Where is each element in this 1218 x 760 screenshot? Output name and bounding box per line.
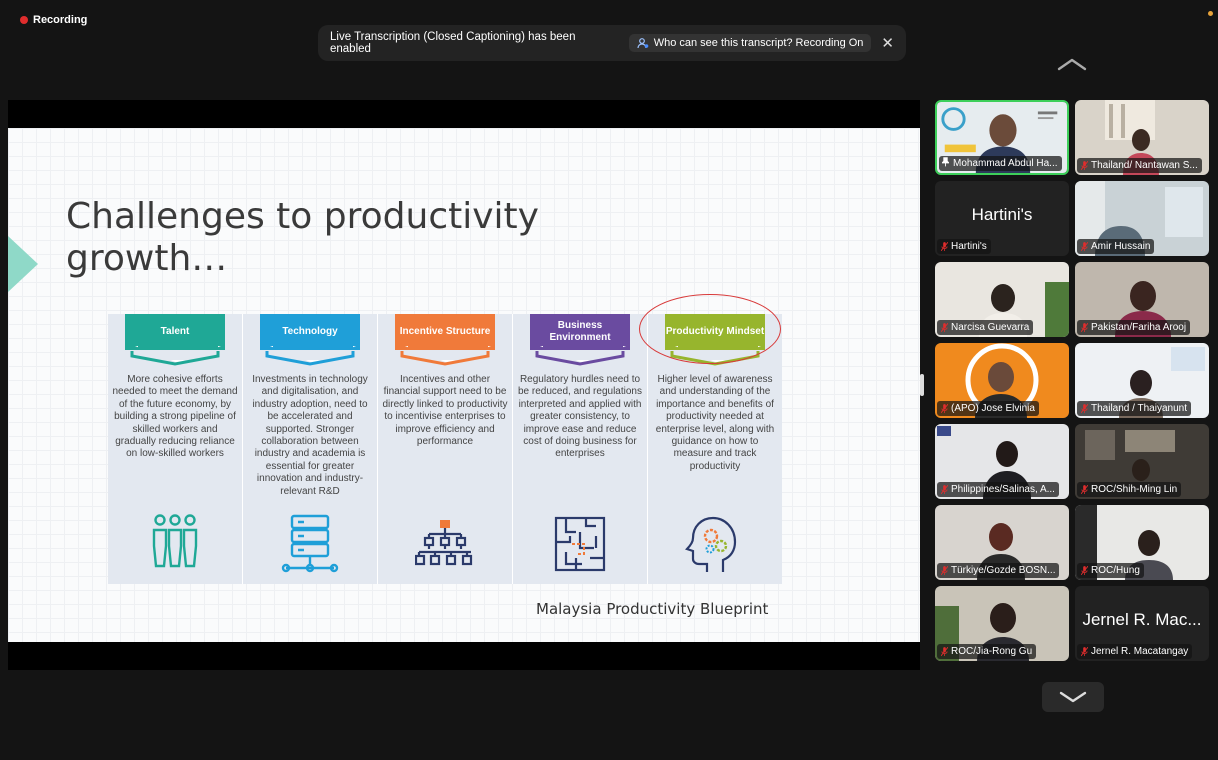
participant-name: Pakistan/Fariha Arooj [1077,320,1191,335]
participant-name: ROC/Jia-Rong Gu [937,644,1037,659]
participant-tile[interactable]: Narcisa Guevarra [935,262,1069,337]
gallery-next-page-button[interactable] [1042,682,1104,712]
participant-name: (APO) Jose Elvinia [937,401,1039,416]
slide-credit: Malaysia Productivity Blueprint [536,600,769,618]
muted-mic-icon [941,323,948,332]
recording-dot-icon [20,16,28,24]
muted-mic-icon [1081,161,1088,170]
muted-mic-icon [1081,323,1088,332]
status-dot-icon [1208,11,1213,16]
slide-title: Challenges to productivity growth… [66,196,539,279]
participant-display-name: Jernel R. Mac... [1082,610,1202,629]
participant-name: ROC/Shih-Ming Lin [1077,482,1182,497]
pin-icon [942,157,949,167]
head-gears-icon [685,516,737,572]
column-badge: Incentive Structure [395,314,495,350]
presentation-slide: Challenges to productivity growth… Talen… [8,128,920,642]
participant-name: Thailand/ Nantawan S... [1077,158,1202,173]
participant-tile[interactable]: Hartini's Hartini's [935,181,1069,256]
participant-tile[interactable]: Türkiye/Gozde BOSN... [935,505,1069,580]
participant-name: Philippines/Salinas, A... [937,482,1059,497]
participant-tile[interactable]: ROC/Jia-Rong Gu [935,586,1069,661]
column-text: More cohesive efforts needed to meet the… [112,374,238,460]
slide-arrow-decoration [8,236,38,292]
column-business-environment: Business Environment Regulatory hurdles … [513,314,648,584]
chevron-down-icon [1059,691,1087,703]
column-badge: Business Environment [530,314,630,350]
who-can-see-transcript-button[interactable]: Who can see this transcript? Recording O… [628,34,872,52]
highlight-circle-annotation [639,294,781,364]
participant-name: Thailand / Thaiyanunt [1077,401,1191,416]
chevron-up-icon[interactable] [1055,54,1089,74]
participant-tile[interactable]: Mohammad Abdul Ha... [935,100,1069,175]
recording-indicator[interactable]: Recording [20,14,87,26]
muted-mic-icon [941,485,948,494]
column-talent: Talent More cohesive efforts needed to m… [108,314,243,584]
participant-tile[interactable]: ROC/Shih-Ming Lin [1075,424,1209,499]
muted-mic-icon [941,647,948,656]
participant-tile[interactable]: ROC/Hung [1075,505,1209,580]
participant-tile[interactable]: Thailand / Thaiyanunt [1075,343,1209,418]
recording-label: Recording [33,14,88,26]
zoom-meeting-window: Recording Live Transcription (Closed Cap… [0,0,1218,760]
participant-display-name: Hartini's [971,205,1033,224]
participant-name: Mohammad Abdul Ha... [939,156,1062,171]
muted-mic-icon [941,566,948,575]
shared-screen: Challenges to productivity growth… Talen… [8,100,920,670]
badge-chevron [535,351,625,366]
maze-icon [554,516,606,572]
muted-mic-icon [1081,566,1088,575]
participant-name: Narcisa Guevarra [937,320,1034,335]
badge-chevron [265,351,355,366]
transcription-banner: Live Transcription (Closed Captioning) h… [318,25,906,61]
muted-mic-icon [1081,242,1088,251]
muted-mic-icon [1081,485,1088,494]
participant-tile[interactable]: Amir Hussain [1075,181,1209,256]
muted-mic-icon [941,242,948,251]
muted-mic-icon [1081,404,1088,413]
participant-name: Jernel R. Macatangay [1077,644,1193,659]
org-chart-icon [415,520,473,566]
column-text: Higher level of awareness and understand… [655,374,775,472]
column-badge: Talent [125,314,225,350]
people-icon [152,514,198,568]
people-icon [637,38,649,49]
column-text: Incentives and other financial support n… [382,374,508,448]
column-badge: Technology [260,314,360,350]
close-banner-icon[interactable]: ✕ [881,34,894,52]
banner-message: Live Transcription (Closed Captioning) h… [330,31,576,55]
badge-chevron [130,351,220,366]
resize-handle[interactable] [920,374,924,396]
muted-mic-icon [1081,647,1088,656]
column-text: Investments in technology and digitalisa… [252,374,368,497]
column-incentive-structure: Incentive Structure Incentives and other… [378,314,513,584]
participant-tile[interactable]: Philippines/Salinas, A... [935,424,1069,499]
who-can-see-label: Who can see this transcript? Recording O… [653,37,864,49]
participant-tile[interactable]: Thailand/ Nantawan S... [1075,100,1209,175]
server-icon [281,514,339,573]
column-technology: Technology Investments in technology and… [243,314,378,584]
participant-name: Türkiye/Gozde BOSN... [937,563,1060,578]
badge-chevron [400,351,490,366]
participant-name: Amir Hussain [1077,239,1155,254]
muted-mic-icon [941,404,948,413]
participant-tile[interactable]: Jernel R. Mac... Jernel R. Macatangay [1075,586,1209,661]
participant-tile[interactable]: Pakistan/Fariha Arooj [1075,262,1209,337]
column-text: Regulatory hurdles need to be reduced, a… [518,374,642,460]
participant-tile[interactable]: (APO) Jose Elvinia [935,343,1069,418]
